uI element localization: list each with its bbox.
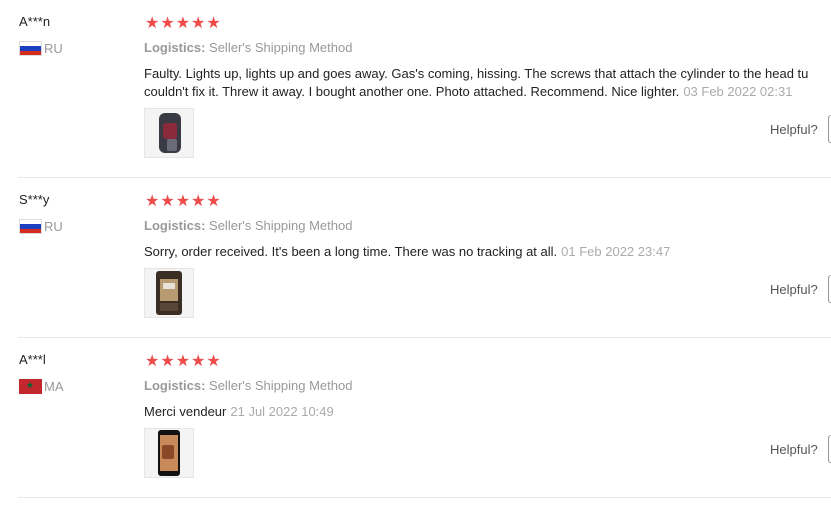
star-rating: ★★★★★ xyxy=(145,351,222,370)
reviewer-name: A***n xyxy=(19,14,51,29)
phone-photo-icon xyxy=(145,429,193,477)
review-date: 21 Jul 2022 10:49 xyxy=(230,404,334,419)
review-text-line: Merci vendeur xyxy=(144,404,227,419)
reviewer-country: MA xyxy=(19,378,64,394)
review-photo[interactable] xyxy=(144,108,194,158)
ma-flag-icon xyxy=(19,378,42,394)
review-text-line: Faulty. Lights up, lights up and goes aw… xyxy=(144,66,809,81)
reviewer-country: RU xyxy=(19,40,63,56)
star-rating: ★★★★★ xyxy=(145,13,222,32)
review-photo[interactable] xyxy=(144,268,194,318)
review-text: Merci vendeur 21 Jul 2022 10:49 xyxy=(144,403,831,421)
review-text: Faulty. Lights up, lights up and goes aw… xyxy=(144,65,831,101)
logistics-label: Logistics: xyxy=(144,40,206,55)
review-text: Sorry, order received. It's been a long … xyxy=(144,243,831,261)
country-code: MA xyxy=(44,378,64,394)
reviewer-name: S***y xyxy=(19,192,50,207)
review-photo[interactable] xyxy=(144,428,194,478)
logistics-info: Logistics: Seller's Shipping Method xyxy=(144,218,352,233)
review-text-line: Sorry, order received. It's been a long … xyxy=(144,244,558,259)
logistics-info: Logistics: Seller's Shipping Method xyxy=(144,40,352,55)
logistics-label: Logistics: xyxy=(144,378,206,393)
country-code: RU xyxy=(44,218,63,234)
helpful-label: Helpful? xyxy=(770,442,818,457)
review-date: 01 Feb 2022 23:47 xyxy=(561,244,671,259)
review-text-line: couldn't fix it. Threw it away. I bought… xyxy=(144,84,680,99)
reviewer-name: A***l xyxy=(19,352,46,367)
logistics-value: Seller's Shipping Method xyxy=(209,218,353,233)
logistics-label: Logistics: xyxy=(144,218,206,233)
ru-flag-icon xyxy=(19,40,42,56)
review-date: 03 Feb 2022 02:31 xyxy=(683,84,793,99)
logistics-value: Seller's Shipping Method xyxy=(209,378,353,393)
ru-flag-icon xyxy=(19,218,42,234)
package-photo-icon xyxy=(145,269,193,317)
logistics-info: Logistics: Seller's Shipping Method xyxy=(144,378,352,393)
review-item: A***l MA ★★★★★ Logistics: Seller's Shipp… xyxy=(0,338,831,516)
lighter-photo-icon xyxy=(145,109,193,157)
helpful-label: Helpful? xyxy=(770,122,818,137)
star-rating: ★★★★★ xyxy=(145,191,222,210)
helpful-label: Helpful? xyxy=(770,282,818,297)
divider xyxy=(18,497,831,498)
reviewer-country: RU xyxy=(19,218,63,234)
logistics-value: Seller's Shipping Method xyxy=(209,40,353,55)
country-code: RU xyxy=(44,40,63,56)
review-item: S***y RU ★★★★★ Logistics: Seller's Shipp… xyxy=(0,178,831,356)
review-item: A***n RU ★★★★★ Logistics: Seller's Shipp… xyxy=(0,0,831,178)
